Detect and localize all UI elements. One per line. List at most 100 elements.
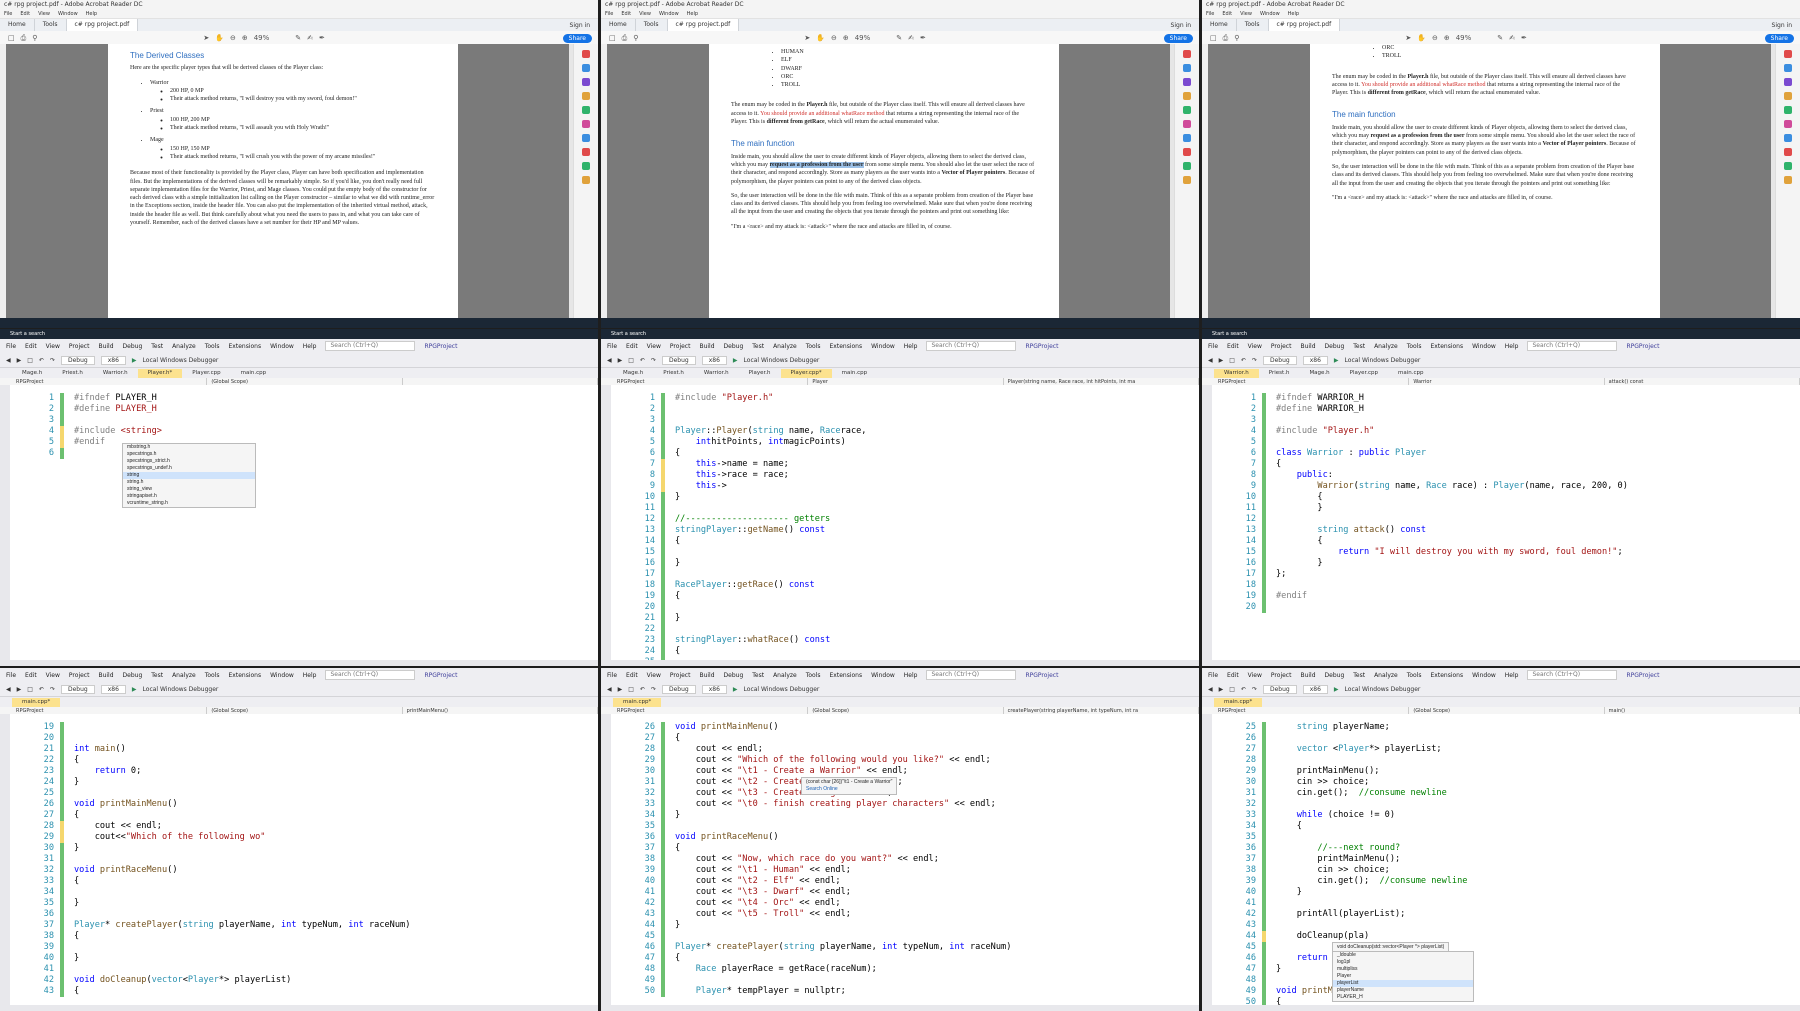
search-input[interactable]: Search (Ctrl+Q) — [1527, 670, 1618, 680]
menu-item[interactable]: Build — [98, 672, 113, 679]
zoom-in-icon[interactable]: ⊕ — [242, 34, 248, 42]
search-input[interactable]: Search (Ctrl+Q) — [1527, 341, 1618, 351]
menu-item[interactable]: Build — [699, 672, 714, 679]
menu-item[interactable]: File — [6, 343, 16, 350]
menu-item[interactable]: Help — [86, 11, 97, 17]
redo-icon[interactable]: ↷ — [651, 686, 656, 693]
tool-icon[interactable] — [1183, 120, 1191, 128]
autocomplete-list[interactable]: mbstring.h specstrings.h specstrings_stric… — [122, 443, 256, 508]
tab-home[interactable]: Home — [601, 19, 636, 31]
menu-item[interactable]: Window — [659, 11, 679, 17]
menu-item[interactable]: View — [639, 11, 651, 17]
menu-item[interactable]: Analyze — [172, 343, 196, 350]
autocomplete-item[interactable]: vcruntime_string.h — [123, 500, 255, 507]
redo-icon[interactable]: ↷ — [1252, 686, 1257, 693]
menu-item[interactable]: Help — [687, 11, 698, 17]
menu-item[interactable]: Edit — [1222, 11, 1232, 17]
tool-icon[interactable] — [1784, 162, 1792, 170]
share-button[interactable]: Share — [1764, 33, 1794, 43]
back-icon[interactable]: ◀ — [1208, 357, 1213, 364]
menu-item[interactable]: Debug — [123, 672, 143, 679]
autocomplete-item[interactable]: mbstring.h — [123, 444, 255, 451]
menu-item[interactable]: File — [605, 11, 613, 17]
redo-icon[interactable]: ↷ — [50, 357, 55, 364]
config-dropdown[interactable]: Debug — [60, 684, 95, 694]
menu-item[interactable]: Analyze — [172, 672, 196, 679]
tab-tools[interactable]: Tools — [35, 19, 67, 31]
search-icon[interactable]: ⚲ — [32, 34, 37, 42]
menu-item[interactable]: File — [6, 672, 16, 679]
tool-icon[interactable] — [1183, 148, 1191, 156]
menu-item[interactable]: File — [607, 672, 617, 679]
editor-tab[interactable]: Mage.h — [12, 369, 52, 378]
hand-icon[interactable]: ✋ — [215, 34, 224, 42]
autocomplete-list[interactable]: _ldouble log1pl multipliss Player playerList… — [1332, 951, 1474, 1002]
sign-icon[interactable]: ✒ — [920, 34, 926, 42]
menu-item[interactable]: Tools — [806, 343, 821, 350]
cursor-icon[interactable]: ➤ — [1405, 34, 1411, 42]
config-dropdown[interactable]: Debug — [1262, 355, 1297, 365]
tool-icon[interactable] — [1183, 64, 1191, 72]
search-online-link[interactable]: Search Online — [806, 786, 892, 793]
menu-item[interactable]: Tools — [806, 672, 821, 679]
tool-icon[interactable] — [1784, 134, 1792, 142]
forward-icon[interactable]: ▶ — [17, 357, 22, 364]
menu-item[interactable]: Analyze — [773, 672, 797, 679]
menu-item[interactable]: Extensions — [229, 343, 262, 350]
run-button[interactable]: Local Windows Debugger — [143, 686, 219, 693]
menu-item[interactable]: Test — [151, 343, 163, 350]
tool-icon[interactable] — [1784, 148, 1792, 156]
search-icon[interactable]: ⚲ — [633, 34, 638, 42]
autocomplete-item[interactable]: PLAYER_H — [1333, 994, 1473, 1001]
zoom-level[interactable]: 49% — [855, 34, 871, 42]
autocomplete-item[interactable]: Player — [1333, 973, 1473, 980]
autocomplete-item[interactable]: playerName — [1333, 987, 1473, 994]
config-dropdown[interactable]: Debug — [60, 355, 95, 365]
tool-icon[interactable] — [1183, 92, 1191, 100]
comment-icon[interactable]: ✎ — [1497, 34, 1503, 42]
search-input[interactable]: Search (Ctrl+Q) — [325, 341, 416, 351]
config-dropdown[interactable]: Debug — [661, 684, 696, 694]
run-button[interactable]: Local Windows Debugger — [1345, 357, 1421, 364]
menu-item[interactable]: Debug — [724, 343, 744, 350]
menu-item[interactable]: Edit — [621, 11, 631, 17]
undo-icon[interactable]: ↶ — [640, 357, 645, 364]
menu-item[interactable]: Build — [699, 343, 714, 350]
undo-icon[interactable]: ↶ — [39, 357, 44, 364]
search-input[interactable]: Search (Ctrl+Q) — [926, 670, 1017, 680]
platform-dropdown[interactable]: x86 — [1302, 684, 1328, 694]
sign-icon[interactable]: ✒ — [319, 34, 325, 42]
run-icon[interactable]: ▶ — [1334, 686, 1339, 693]
menu-item[interactable]: File — [1208, 672, 1218, 679]
platform-dropdown[interactable]: x86 — [701, 355, 727, 365]
redo-icon[interactable]: ↷ — [50, 686, 55, 693]
editor-tab[interactable]: Warrior.h — [694, 369, 739, 378]
tool-icon[interactable] — [1784, 50, 1792, 58]
print-icon[interactable]: ⎙ — [1223, 34, 1229, 43]
undo-icon[interactable]: ↶ — [640, 686, 645, 693]
menu-item[interactable]: Test — [1353, 672, 1365, 679]
menu-item[interactable]: Tools — [1407, 672, 1422, 679]
editor-tab[interactable]: main.cpp — [1388, 369, 1434, 378]
run-icon[interactable]: ▶ — [132, 686, 137, 693]
code-text[interactable]: void printMainMenu(){ cout << endl; cout… — [675, 722, 1199, 997]
highlight-icon[interactable]: ✍ — [307, 34, 313, 42]
menu-item[interactable]: Window — [270, 672, 294, 679]
hand-icon[interactable]: ✋ — [1417, 34, 1426, 42]
menu-item[interactable]: Edit — [20, 11, 30, 17]
editor-tab[interactable]: main.cpp* — [1214, 698, 1263, 707]
menu-item[interactable]: Test — [752, 672, 764, 679]
menu-item[interactable]: Project — [670, 672, 691, 679]
menu-item[interactable]: Window — [871, 672, 895, 679]
tool-icon[interactable] — [582, 162, 590, 170]
autocomplete-item[interactable]: stringapiset.h — [123, 493, 255, 500]
tool-icon[interactable] — [1183, 176, 1191, 184]
menu-item[interactable]: Edit — [25, 672, 37, 679]
tab-document[interactable]: c# rpg project.pdf — [66, 19, 139, 31]
menu-item[interactable]: Project — [1271, 672, 1292, 679]
taskbar-search[interactable]: Start a search — [611, 331, 646, 337]
editor-tab[interactable]: main.cpp — [231, 369, 277, 378]
editor-tab[interactable]: Warrior.h — [1214, 369, 1259, 378]
menu-item[interactable]: Edit — [1227, 672, 1239, 679]
menu-item[interactable]: Window — [58, 11, 78, 17]
